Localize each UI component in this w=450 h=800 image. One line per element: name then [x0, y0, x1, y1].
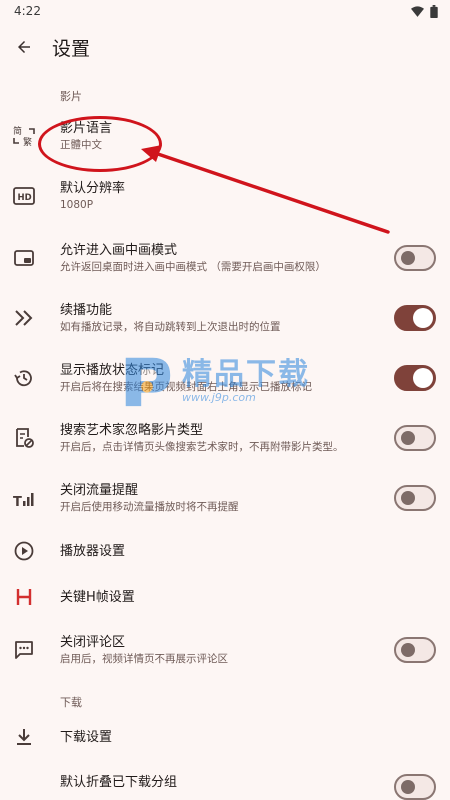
- setting-collapse-downloaded[interactable]: 默认折叠已下载分组: [0, 760, 450, 800]
- section-header-video: 影片: [60, 90, 82, 103]
- watermark-text: 精品下载: [182, 356, 310, 392]
- setting-title: 搜索艺术家忽略影片类型: [60, 422, 204, 438]
- search-filter-icon: [12, 426, 36, 450]
- back-button[interactable]: [12, 35, 36, 59]
- section-header-download: 下载: [60, 696, 82, 709]
- setting-picture-in-picture[interactable]: 允许进入画中画模式 允许返回桌面时进入画中画模式 （需要开启画中画权限）: [0, 228, 450, 288]
- page-title: 设置: [52, 37, 91, 60]
- arrow-back-icon: [18, 41, 30, 53]
- setting-data-warning[interactable]: T 关闭流量提醒 开启后使用移动流量播放时将不再提醒: [0, 468, 450, 528]
- play-circle-icon: [12, 539, 36, 563]
- setting-title: 播放器设置: [60, 543, 126, 559]
- h-letter-icon: [12, 585, 36, 609]
- status-bar: 4:22: [0, 0, 450, 22]
- setting-download[interactable]: 下载设置: [0, 714, 450, 760]
- setting-title: 续播功能: [60, 302, 113, 318]
- resume-toggle[interactable]: [394, 305, 436, 331]
- setting-title: 关闭流量提醒: [60, 482, 139, 498]
- toggle-knob: [401, 251, 415, 265]
- setting-title: 允许进入画中画模式: [60, 242, 178, 258]
- toggle-knob: [413, 308, 433, 328]
- pip-toggle[interactable]: [394, 245, 436, 271]
- comments-toggle[interactable]: [394, 637, 436, 663]
- setting-ignore-video-type[interactable]: 搜索艺术家忽略影片类型 开启后，点击详情页头像搜索艺术家时，不再附带影片类型。: [0, 408, 450, 468]
- setting-close-comments[interactable]: 关闭评论区 启用后，视频详情页不再展示评论区: [0, 620, 450, 680]
- watermark: 精品下载 www.j9p.com: [118, 352, 310, 410]
- svg-text:繁: 繁: [23, 136, 32, 148]
- picture-in-picture-icon: [12, 246, 36, 270]
- setting-description: 启用后，视频详情页不再展示评论区: [60, 652, 228, 665]
- history-icon: [12, 366, 36, 390]
- comment-icon: [12, 638, 36, 662]
- status-time: 4:22: [14, 4, 41, 18]
- setting-resume-playback[interactable]: 续播功能 如有播放记录，将自动跳转到上次退出时的位置: [0, 288, 450, 348]
- toggle-knob: [401, 780, 415, 794]
- setting-description: 如有播放记录，将自动跳转到上次退出时的位置: [60, 320, 281, 333]
- traditional-simplified-icon: 简繁: [12, 124, 36, 148]
- setting-title: 关键H帧设置: [60, 589, 135, 605]
- setting-keyframe[interactable]: 关键H帧设置: [0, 574, 450, 620]
- annotation-oval: [38, 116, 162, 172]
- play-status-toggle[interactable]: [394, 365, 436, 391]
- status-icons: [411, 4, 438, 18]
- setting-title: 默认折叠已下载分组: [60, 775, 178, 790]
- collapse-toggle[interactable]: [394, 774, 436, 800]
- toggle-knob: [413, 368, 433, 388]
- setting-default-resolution[interactable]: HD 默认分辨率 1080P: [0, 164, 450, 228]
- svg-text:HD: HD: [18, 193, 32, 203]
- toggle-knob: [401, 431, 415, 445]
- download-icon: [12, 725, 36, 749]
- data-warning-toggle[interactable]: [394, 485, 436, 511]
- setting-description: 开启后，点击详情页头像搜索艺术家时，不再附带影片类型。: [60, 440, 344, 453]
- svg-text:T: T: [13, 495, 22, 510]
- setting-description: 允许返回桌面时进入画中画模式 （需要开启画中画权限）: [60, 260, 326, 273]
- double-chevron-icon: [12, 306, 36, 330]
- battery-icon: [430, 4, 438, 18]
- toggle-knob: [401, 643, 415, 657]
- svg-text:简: 简: [13, 125, 22, 137]
- signal-icon: T: [12, 486, 36, 510]
- setting-value: 1080P: [60, 198, 94, 211]
- hd-icon: HD: [12, 184, 36, 208]
- watermark-url: www.j9p.com: [182, 390, 256, 404]
- setting-title: 默认分辨率: [60, 180, 126, 196]
- setting-title: 关闭评论区: [60, 634, 126, 650]
- app-bar: 设置: [0, 22, 450, 72]
- setting-player[interactable]: 播放器设置: [0, 528, 450, 574]
- ignore-type-toggle[interactable]: [394, 425, 436, 451]
- watermark-logo-icon: [125, 357, 171, 407]
- setting-title: 下载设置: [60, 729, 113, 745]
- wifi-icon: [411, 5, 424, 17]
- toggle-knob: [401, 491, 415, 505]
- setting-description: 开启后使用移动流量播放时将不再提醒: [60, 500, 239, 513]
